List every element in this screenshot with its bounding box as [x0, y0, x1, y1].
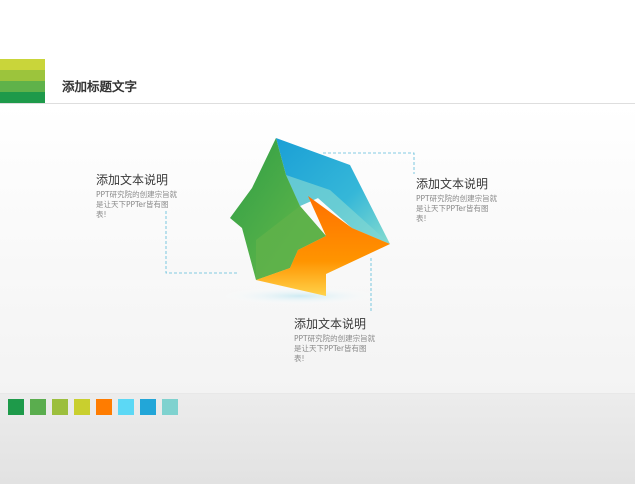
color-swatch-5: [96, 399, 112, 415]
callout-body[interactable]: PPT研究院的创建宗旨就是让天下PPTer皆有图表!: [416, 194, 498, 224]
callout-heading[interactable]: 添加文本说明: [96, 172, 178, 188]
callout-left: 添加文本说明 PPT研究院的创建宗旨就是让天下PPTer皆有图表!: [96, 172, 178, 220]
color-swatch-8: [162, 399, 178, 415]
color-swatch-6: [118, 399, 134, 415]
callout-bottom: 添加文本说明 PPT研究院的创建宗旨就是让天下PPTer皆有图表!: [294, 316, 376, 364]
callout-right: 添加文本说明 PPT研究院的创建宗旨就是让天下PPTer皆有图表!: [416, 176, 498, 224]
color-swatch-2: [30, 399, 46, 415]
callout-heading[interactable]: 添加文本说明: [294, 316, 376, 332]
color-swatch-7: [140, 399, 156, 415]
callout-body[interactable]: PPT研究院的创建宗旨就是让天下PPTer皆有图表!: [96, 190, 178, 220]
leader-line-left: [165, 211, 238, 274]
callout-heading[interactable]: 添加文本说明: [416, 176, 498, 192]
color-swatch-1: [8, 399, 24, 415]
slide: 添加标题文字 添加文本说明 PPT研究院的创建宗旨就是让天下PPTer皆有图表!…: [0, 0, 635, 484]
color-swatch-4: [74, 399, 90, 415]
color-swatch-3: [52, 399, 68, 415]
callout-body[interactable]: PPT研究院的创建宗旨就是让天下PPTer皆有图表!: [294, 334, 376, 364]
